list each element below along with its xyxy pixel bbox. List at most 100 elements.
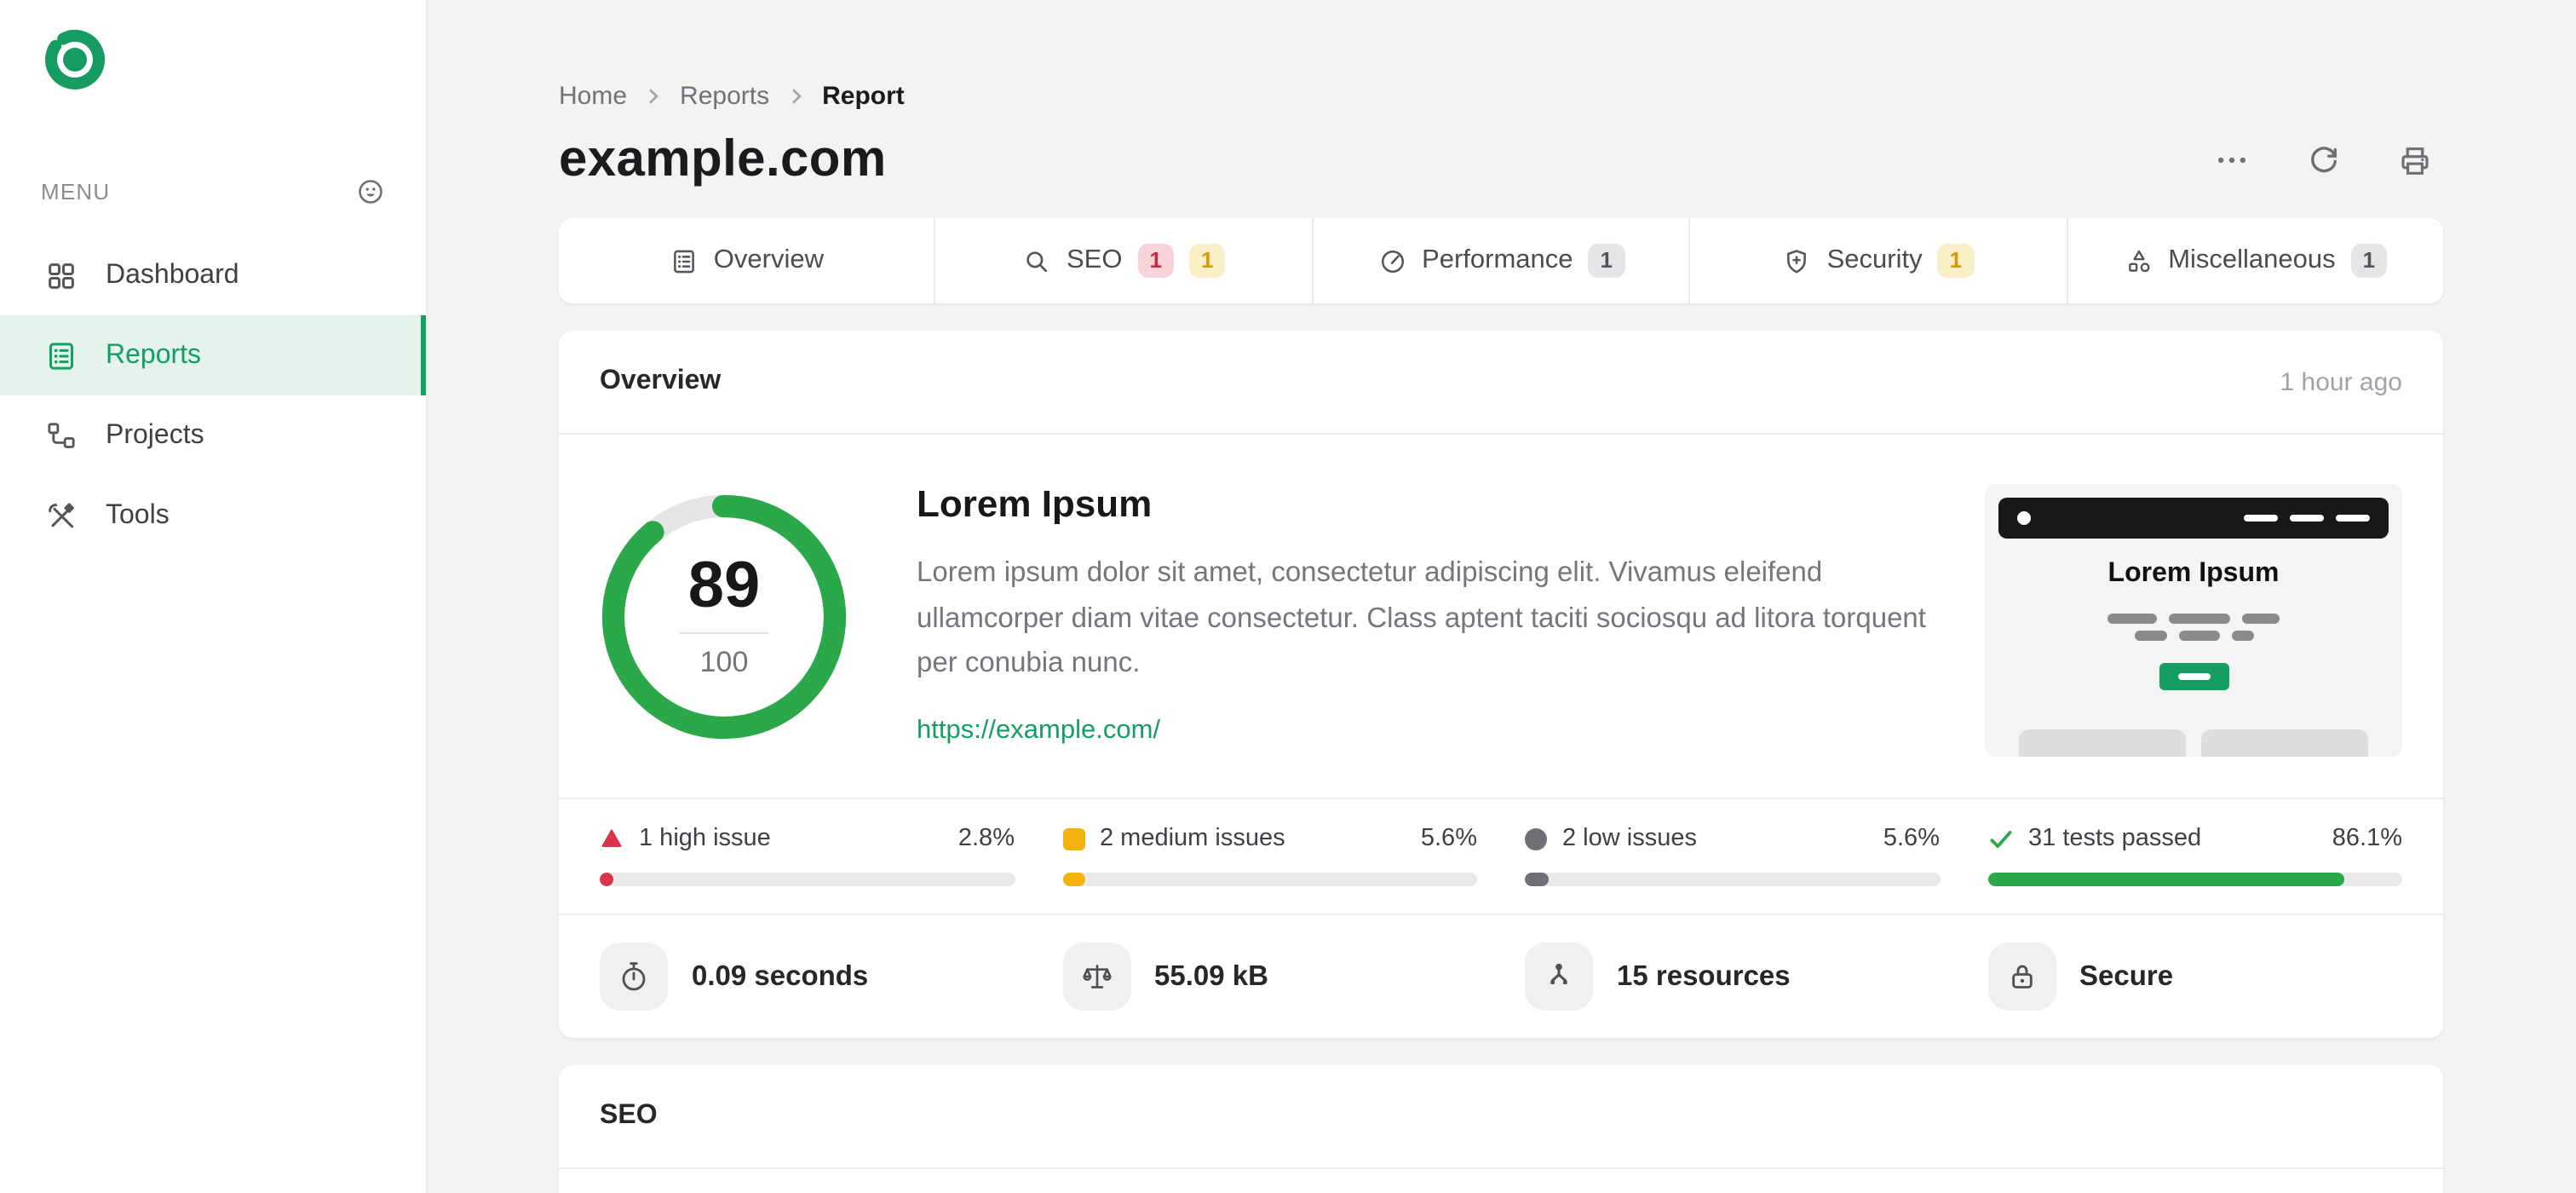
high-issues-badge: 1 xyxy=(1137,243,1174,279)
stat-percent: 86.1% xyxy=(2332,825,2402,852)
stat-tests-passed: 31 tests passed 86.1% xyxy=(1987,825,2402,886)
tab-security[interactable]: Security 1 xyxy=(1688,218,2067,303)
stopwatch-icon xyxy=(622,962,646,991)
check-icon xyxy=(1989,830,2011,847)
metric-label: 15 resources xyxy=(1617,960,1791,991)
logo-icon xyxy=(44,29,105,89)
page-title: example.com xyxy=(559,131,887,187)
report-timestamp: 1 hour ago xyxy=(2280,367,2402,396)
breadcrumb-reports[interactable]: Reports xyxy=(680,81,769,110)
stat-label: 2 medium issues xyxy=(1100,825,1285,852)
sidebar-item-dashboard[interactable]: Dashboard xyxy=(0,235,426,315)
sidebar-item-label: Projects xyxy=(106,420,204,449)
stat-percent: 2.8% xyxy=(957,825,1015,852)
summary-description: Lorem ipsum dolor sit amet, consectetur … xyxy=(917,557,1926,679)
stat-high-issues: 1 high issue 2.8% xyxy=(600,825,1015,886)
progress-track xyxy=(600,873,1015,886)
overview-section-title: Overview xyxy=(600,366,722,395)
score-divider xyxy=(680,632,768,634)
tab-label: SEO xyxy=(1067,245,1123,274)
progress-fill xyxy=(1062,873,1086,886)
metric-page-size: 55.09 kB xyxy=(1062,942,1477,1011)
more-options-button[interactable] xyxy=(2213,141,2251,179)
thumbnail-nav-links xyxy=(2244,515,2370,522)
report-list-icon xyxy=(49,342,73,369)
stat-medium-issues: 2 medium issues 5.6% xyxy=(1062,825,1477,886)
sidebar-item-projects[interactable]: Projects xyxy=(0,395,426,475)
page-actions xyxy=(2213,141,2443,189)
tab-seo[interactable]: SEO 1 1 xyxy=(934,218,1312,303)
lock-icon xyxy=(2011,965,2032,988)
sidebar-item-label: Dashboard xyxy=(106,260,239,289)
tab-overview[interactable]: Overview xyxy=(559,218,934,303)
scale-icon xyxy=(1082,965,1111,988)
medium-issues-badge: 1 xyxy=(1188,243,1226,279)
medium-issues-badge: 1 xyxy=(1937,243,1975,279)
progress-fill xyxy=(1525,873,1549,886)
ellipsis-icon xyxy=(2218,157,2245,164)
stat-low-issues: 2 low issues 5.6% xyxy=(1525,825,1940,886)
chevron-right-icon xyxy=(791,88,801,103)
seo-section-title: SEO xyxy=(600,1101,658,1130)
neutral-badge: 1 xyxy=(1588,243,1624,279)
progress-track xyxy=(1062,873,1477,886)
progress-track xyxy=(1525,873,1940,886)
stat-label: 31 tests passed xyxy=(2028,825,2202,852)
issue-stats-row: 1 high issue 2.8% 2 medium issues 5.6% 2… xyxy=(559,798,2443,913)
sidebar: MENU Dashboard Reports Projects Tools xyxy=(0,0,428,1193)
thumbnail-heading: Lorem Ipsum xyxy=(2107,559,2280,588)
chevron-right-icon xyxy=(649,88,658,103)
stat-percent: 5.6% xyxy=(1420,825,1477,852)
metric-security: Secure xyxy=(1987,942,2402,1011)
gauge-icon xyxy=(1381,249,1404,273)
sidebar-item-label: Tools xyxy=(106,500,170,529)
stat-label: 1 high issue xyxy=(639,825,771,852)
progress-fill xyxy=(600,873,613,886)
thumbnail-button xyxy=(2159,663,2228,690)
metric-resources: 15 resources xyxy=(1525,942,1940,1011)
sidebar-item-reports[interactable]: Reports xyxy=(0,315,426,395)
refresh-icon xyxy=(2311,147,2337,173)
thumbnail-browser-bar xyxy=(1998,498,2389,539)
thumbnail-cards xyxy=(2015,729,2372,757)
app-root: MENU Dashboard Reports Projects Tools Ho… xyxy=(0,0,2576,1193)
progress-track xyxy=(1987,873,2402,886)
shield-plus-icon xyxy=(1787,249,1807,273)
metrics-row: 0.09 seconds 55.09 kB 15 resources Secur… xyxy=(559,913,2443,1038)
seo-card-body xyxy=(559,1169,2443,1193)
tab-label: Overview xyxy=(713,245,824,274)
score-max: 100 xyxy=(699,646,749,678)
main-content: Home Reports Report example.com Overview… xyxy=(428,0,2576,1193)
refresh-button[interactable] xyxy=(2307,143,2341,177)
account-icon[interactable] xyxy=(356,176,385,205)
metric-label: Secure xyxy=(2079,960,2174,991)
thumbnail-text-row xyxy=(1985,614,2402,624)
menu-heading: MENU xyxy=(41,178,111,204)
summary-heading: Lorem Ipsum xyxy=(917,482,1153,525)
overview-card: Overview 1 hour ago 89 100 Lorem Ipsum L… xyxy=(559,331,2443,1038)
progress-fill xyxy=(1987,873,2345,886)
overview-tab-icon xyxy=(673,249,694,273)
stat-label: 2 low issues xyxy=(1562,825,1697,852)
shapes-icon xyxy=(2128,249,2149,272)
thumbnail-logo-dot xyxy=(2017,511,2031,525)
site-link[interactable]: https://example.com/ xyxy=(917,716,1160,746)
breadcrumb: Home Reports Report xyxy=(559,78,2443,112)
tab-label: Miscellaneous xyxy=(2168,245,2336,274)
dashboard-grid-icon xyxy=(49,262,74,288)
metric-label: 0.09 seconds xyxy=(692,960,869,991)
tab-label: Security xyxy=(1826,245,1923,274)
app-logo[interactable] xyxy=(0,0,426,102)
tab-performance[interactable]: Performance 1 xyxy=(1311,218,1689,303)
sidebar-item-tools[interactable]: Tools xyxy=(0,475,426,556)
neutral-badge: 1 xyxy=(2350,243,2388,279)
print-button[interactable] xyxy=(2397,142,2433,178)
thumbnail-text-row xyxy=(1985,631,2402,641)
score-gauge: 89 100 xyxy=(596,489,852,745)
tab-miscellaneous[interactable]: Miscellaneous 1 xyxy=(2066,218,2443,303)
tools-icon xyxy=(49,502,74,527)
resources-icon xyxy=(1550,963,1567,984)
breadcrumb-home[interactable]: Home xyxy=(559,81,627,110)
sidebar-nav: Dashboard Reports Projects Tools xyxy=(0,235,426,556)
seo-card: SEO xyxy=(559,1065,2443,1193)
